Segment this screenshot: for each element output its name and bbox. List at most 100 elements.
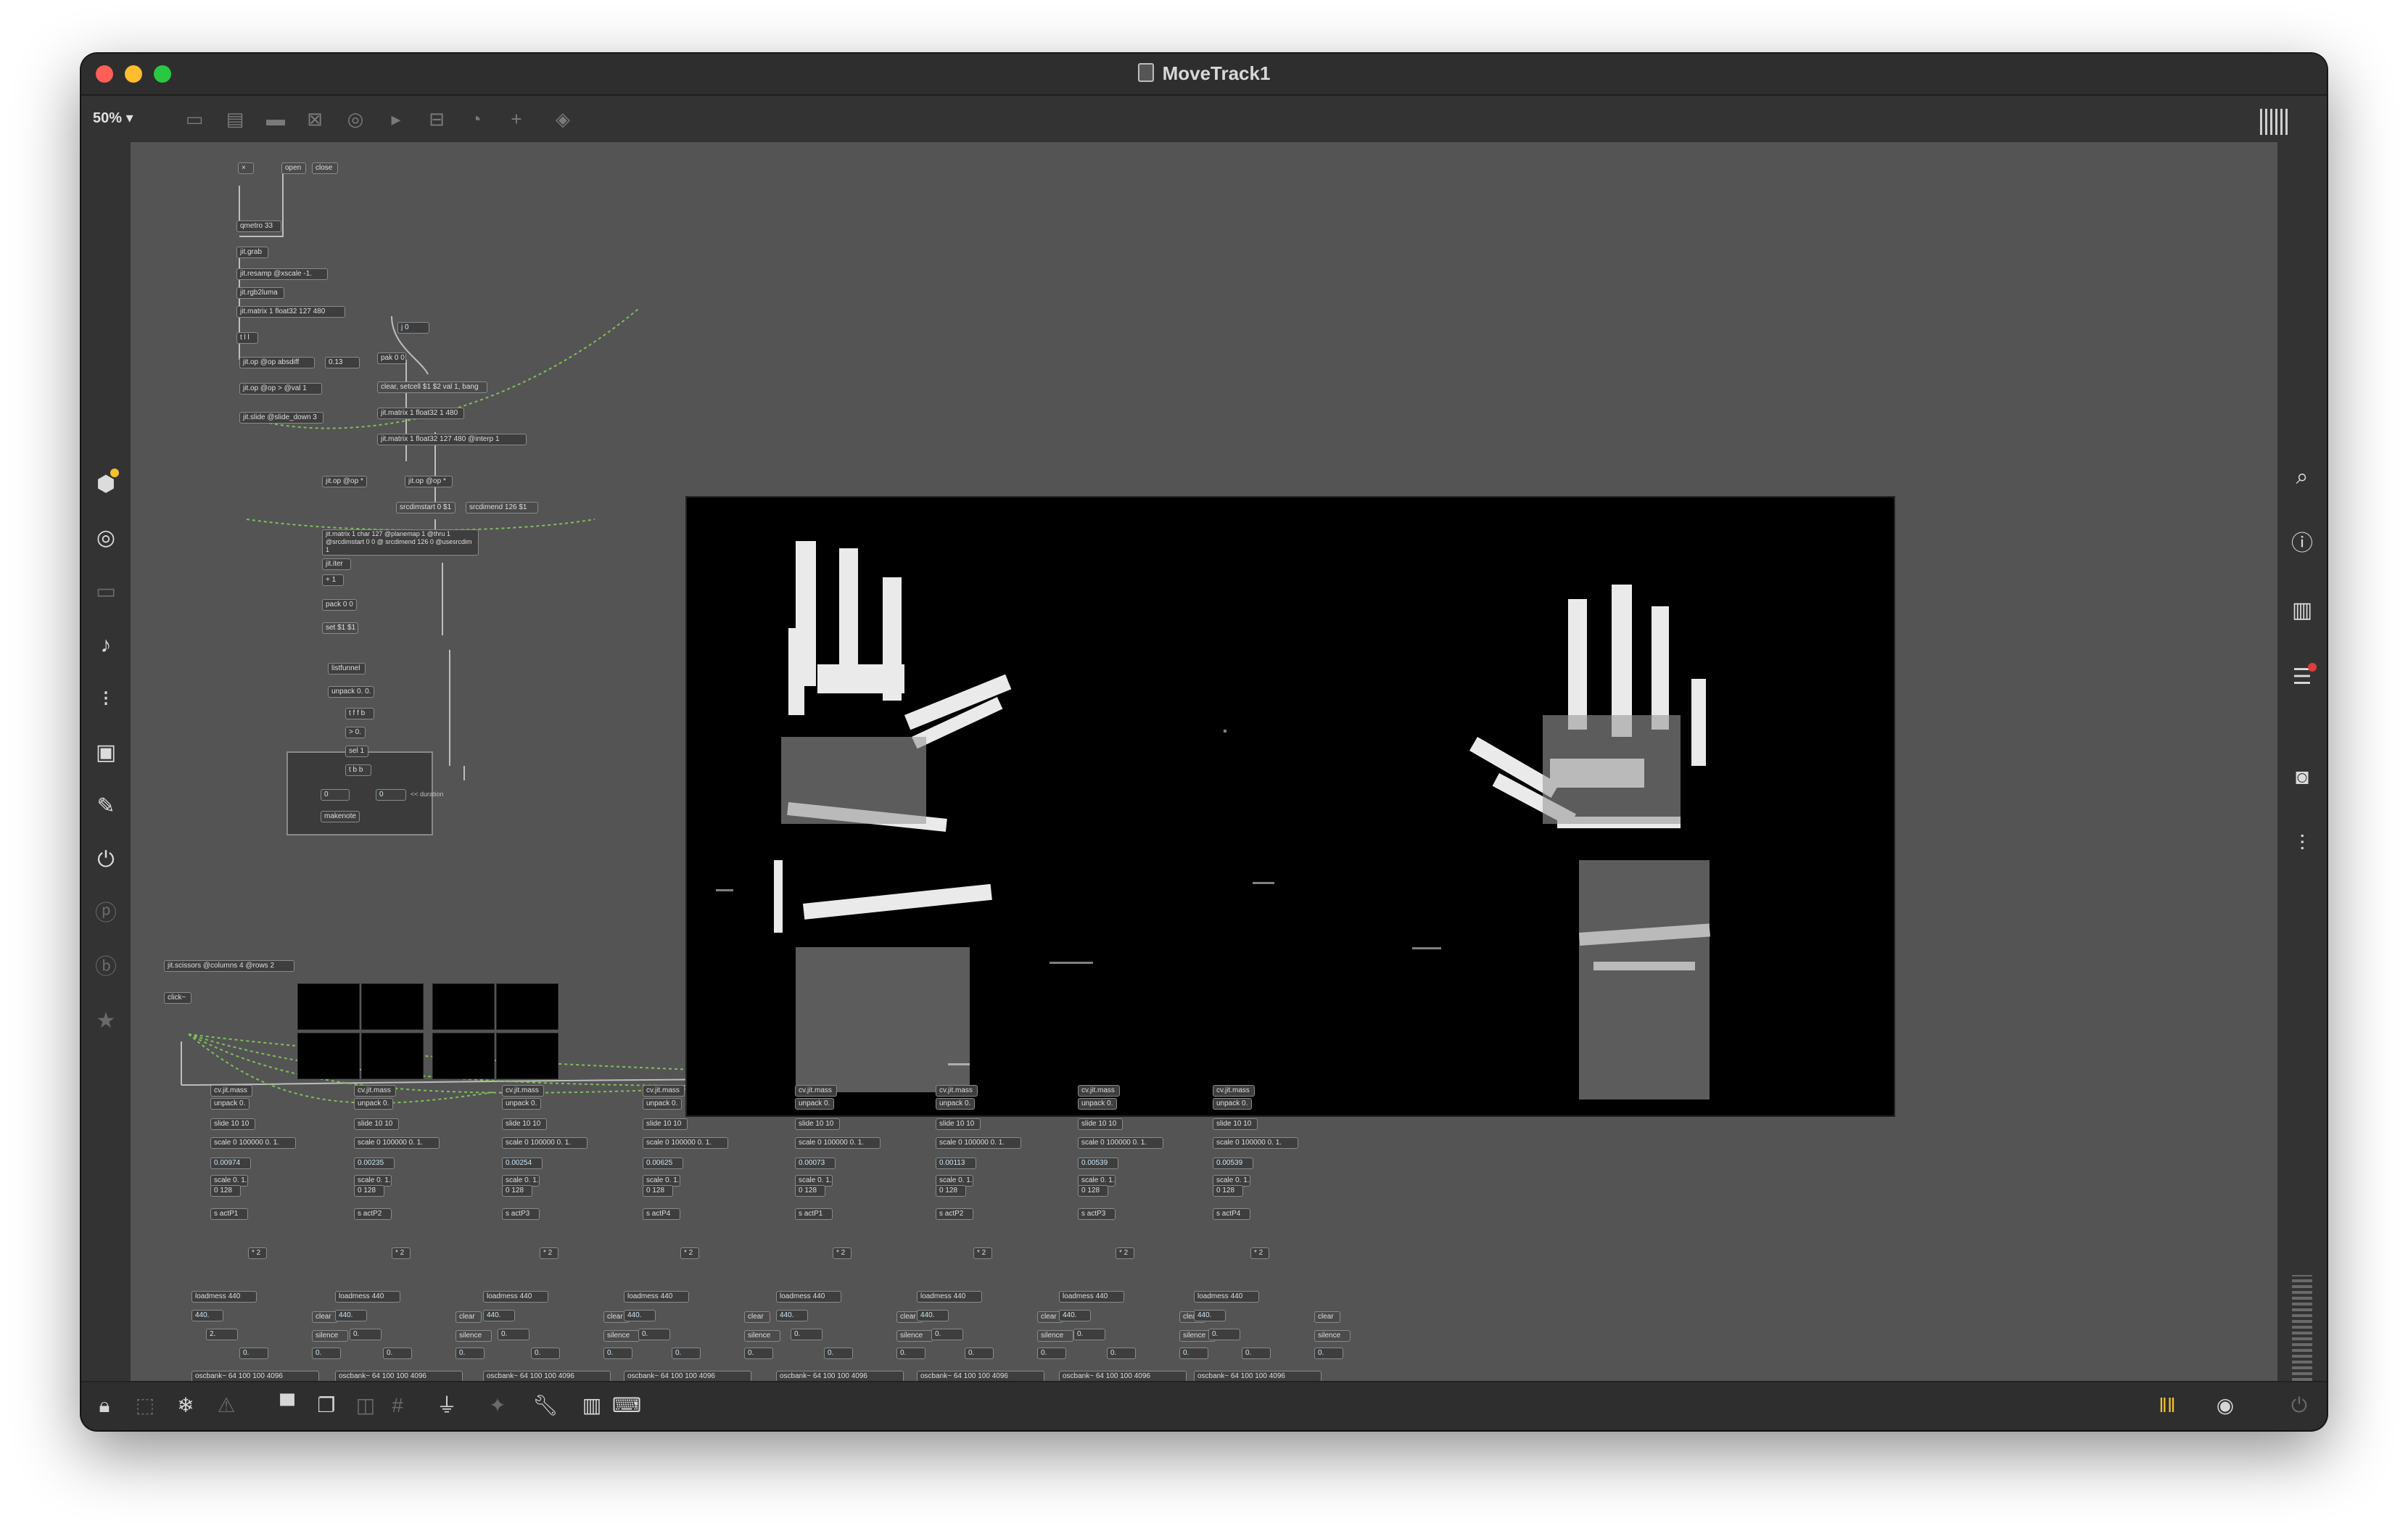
jit-matrix-char-object[interactable]: jit.matrix 1 char 127 @planemap 1 @thru …	[322, 529, 479, 556]
send-object[interactable]: s actP1	[795, 1208, 833, 1220]
send-object[interactable]: s actP1	[210, 1208, 248, 1220]
music-note-icon[interactable]: ♪	[91, 631, 120, 660]
pak-object[interactable]: pak 0 0	[377, 352, 406, 364]
silence-message[interactable]: silence	[312, 1330, 348, 1342]
number-box[interactable]: j 0	[397, 322, 429, 334]
cv-jit-mass-object[interactable]: cv.jit.mass	[502, 1085, 544, 1097]
grid-icon[interactable]: #	[384, 1392, 411, 1419]
meter-icon[interactable]: ‖‖	[2154, 1392, 2180, 1419]
target-icon[interactable]: ◎	[91, 524, 120, 553]
pack-object[interactable]: pack 0 0	[322, 599, 357, 611]
unpack-object[interactable]: unpack 0.	[1078, 1098, 1117, 1110]
multiply-object[interactable]: * 2	[680, 1247, 699, 1259]
zero-number[interactable]: 0.	[239, 1348, 268, 1359]
multiply-object[interactable]: * 2	[248, 1247, 267, 1259]
ratio-number[interactable]: 0.	[350, 1329, 382, 1340]
qmetro-object[interactable]: qmetro 33	[236, 220, 281, 232]
attachment-icon[interactable]: ✎	[91, 792, 120, 821]
ratio-number[interactable]: 0.	[1073, 1329, 1105, 1340]
toggle[interactable]: ×	[238, 162, 254, 174]
slide-object[interactable]: slide 10 10	[1213, 1118, 1258, 1130]
trigger-object[interactable]: t l l	[236, 332, 258, 344]
slide-object[interactable]: slide 10 10	[936, 1118, 981, 1130]
zero-number-2[interactable]: 0.	[455, 1348, 485, 1359]
patcher-canvas[interactable]: × open close qmetro 33 jit.grab jit.resa…	[131, 142, 2277, 1382]
send-object[interactable]: s actP4	[1213, 1208, 1250, 1220]
jit-matrix-480-object[interactable]: jit.matrix 1 float32 1 480	[377, 408, 464, 419]
scale-object[interactable]: scale 0 100000 0. 1.	[354, 1137, 440, 1149]
jit-matrix-interp-object[interactable]: jit.matrix 1 float32 127 480 @interp 1	[377, 434, 527, 445]
unpack-object[interactable]: unpack 0.	[795, 1098, 834, 1110]
loadmess-object[interactable]: loadmess 440	[483, 1291, 548, 1303]
silence-message[interactable]: silence	[896, 1330, 933, 1342]
duration-number[interactable]: 0	[376, 789, 406, 801]
mass-value-number[interactable]: 0.00625	[643, 1158, 683, 1169]
trigger-tffb-object[interactable]: t f f b	[345, 708, 374, 719]
cv-jit-mass-object[interactable]: cv.jit.mass	[1078, 1085, 1120, 1097]
loadmess-object[interactable]: loadmess 440	[917, 1291, 982, 1303]
slide-object[interactable]: slide 10 10	[643, 1118, 688, 1130]
scale-object[interactable]: scale 0 100000 0. 1.	[1213, 1137, 1298, 1149]
multiply-object[interactable]: * 2	[833, 1247, 852, 1259]
zero-number-2[interactable]: 0.	[1179, 1348, 1208, 1359]
edit-icon[interactable]: ⬚	[132, 1392, 158, 1419]
power-icon[interactable]: ⏻	[2286, 1392, 2312, 1419]
b-icon[interactable]: ⓑ	[91, 953, 120, 982]
greater-than-object[interactable]: > 0.	[345, 727, 366, 738]
zero-number[interactable]: 0.	[824, 1348, 853, 1359]
send-object[interactable]: s actP4	[643, 1208, 680, 1220]
camera-icon[interactable]: ◙	[2288, 763, 2317, 792]
cv-jit-mass-object[interactable]: cv.jit.mass	[1213, 1085, 1255, 1097]
list-icon[interactable]: ☰	[2288, 663, 2317, 692]
jit-scissors-object[interactable]: jit.scissors @columns 4 @rows 2	[164, 960, 294, 972]
slide-object[interactable]: slide 10 10	[210, 1118, 255, 1130]
multiply-object[interactable]: * 2	[392, 1247, 411, 1259]
frequency-number[interactable]: 440.	[917, 1310, 949, 1321]
hierarchy-icon[interactable]: ⏚	[434, 1392, 460, 1419]
jit-slide-object[interactable]: jit.slide @slide_down 3	[239, 412, 323, 424]
scale-object[interactable]: scale 0 100000 0. 1.	[643, 1137, 728, 1149]
ratio-number[interactable]: 0.	[791, 1329, 822, 1340]
silence-message[interactable]: silence	[455, 1330, 492, 1342]
pitch-number[interactable]: 0	[321, 789, 350, 801]
multiply-object[interactable]: * 2	[973, 1247, 992, 1259]
scale-object[interactable]: scale 0 100000 0. 1.	[936, 1137, 1021, 1149]
zero-number-2[interactable]: 0.	[312, 1348, 341, 1359]
zero-number[interactable]: 0.	[383, 1348, 412, 1359]
frequency-number[interactable]: 440.	[624, 1310, 656, 1321]
dial-icon[interactable]: ◔	[464, 107, 487, 131]
piano-icon[interactable]: ▥	[579, 1392, 605, 1419]
mass-value-number[interactable]: 0.00254	[502, 1158, 543, 1169]
send-object[interactable]: s actP2	[936, 1208, 973, 1220]
send-object[interactable]: s actP3	[1078, 1208, 1116, 1220]
cv-jit-mass-object[interactable]: cv.jit.mass	[354, 1085, 396, 1097]
jit-rgb2luma-object[interactable]: jit.rgb2luma	[236, 287, 284, 299]
slide-object[interactable]: slide 10 10	[1078, 1118, 1123, 1130]
message-icon[interactable]: ▤	[223, 107, 247, 131]
zero-number-2[interactable]: 0.	[603, 1348, 632, 1359]
frequency-number[interactable]: 440.	[191, 1310, 223, 1321]
windows-icon[interactable]: ❐	[313, 1392, 339, 1419]
click-object[interactable]: click~	[164, 992, 191, 1004]
warning-icon[interactable]: ⚠	[213, 1392, 239, 1419]
transport-icon[interactable]: ◉	[2212, 1392, 2238, 1419]
slide-object[interactable]: slide 10 10	[354, 1118, 399, 1130]
plugin-icon[interactable]: ⏻	[91, 846, 120, 875]
send-object[interactable]: s actP3	[502, 1208, 540, 1220]
star-icon[interactable]: ★	[91, 1007, 120, 1036]
lock-icon[interactable]: 🔒︎	[91, 1392, 117, 1419]
cv-jit-mass-object[interactable]: cv.jit.mass	[795, 1085, 837, 1097]
listfunnel-object[interactable]: listfunnel	[328, 663, 366, 674]
multiply-object[interactable]: * 2	[1116, 1247, 1134, 1259]
silence-message[interactable]: silence	[1314, 1330, 1351, 1342]
zero-number[interactable]: 0.	[531, 1348, 560, 1359]
close-message[interactable]: close	[312, 162, 338, 174]
jit-iter-object[interactable]: jit.iter	[322, 558, 351, 570]
wrench-icon[interactable]: 🔧︎	[532, 1392, 558, 1419]
number-icon[interactable]: ▸	[384, 107, 408, 131]
zero-number-2[interactable]: 0.	[1314, 1348, 1343, 1359]
paint-bucket-icon[interactable]: ◈	[551, 107, 574, 131]
loadmess-object[interactable]: loadmess 440	[776, 1291, 841, 1303]
threshold-number[interactable]: 0.13	[325, 357, 360, 368]
ratio-number[interactable]: 2.	[206, 1329, 238, 1340]
